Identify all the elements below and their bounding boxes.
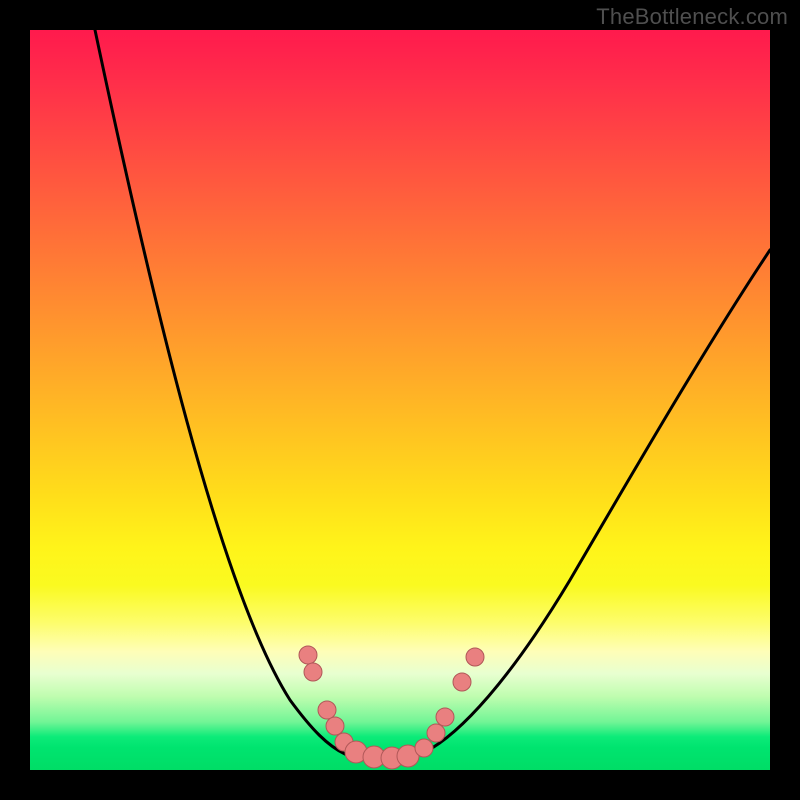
data-markers [299, 646, 484, 769]
plot-area [30, 30, 770, 770]
data-marker [318, 701, 336, 719]
data-marker [299, 646, 317, 664]
data-marker [415, 739, 433, 757]
bottleneck-curve [95, 30, 770, 758]
data-marker [427, 724, 445, 742]
data-marker [326, 717, 344, 735]
data-marker [304, 663, 322, 681]
bottleneck-curve-right [425, 250, 770, 752]
watermark-text: TheBottleneck.com [596, 4, 788, 30]
chart-frame: TheBottleneck.com [0, 0, 800, 800]
data-marker [466, 648, 484, 666]
data-marker [453, 673, 471, 691]
chart-svg [30, 30, 770, 770]
data-marker [436, 708, 454, 726]
bottleneck-curve-left [95, 30, 345, 754]
